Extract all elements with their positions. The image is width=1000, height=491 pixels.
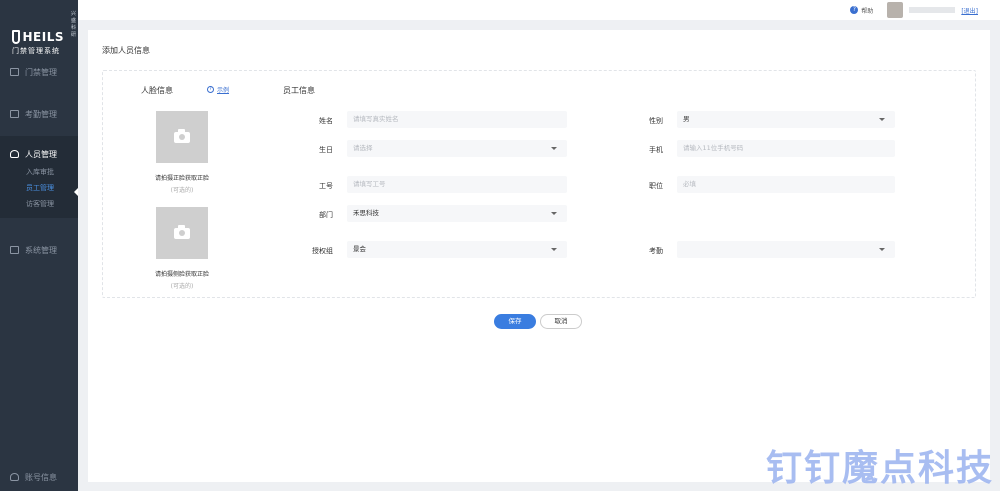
position-label: 职位	[649, 182, 663, 190]
sidebar: HEILS 兴盛科研 门禁管理系统 门禁管理 考勤管理 人员管理 入库审批 员工…	[0, 0, 78, 491]
sidebar-item-access-control[interactable]: 门禁管理	[0, 62, 78, 82]
account-icon	[10, 473, 19, 481]
auth-group-label: 授权组	[312, 247, 333, 255]
system-name: 门禁管理系统	[12, 47, 60, 55]
brand-tagline: 兴盛科研	[71, 11, 77, 38]
sidebar-item-label: 账号信息	[25, 472, 57, 482]
side-face-upload[interactable]	[156, 207, 208, 259]
gender-value: 男	[683, 115, 690, 123]
employee-id-input[interactable]: 请填写工号	[347, 176, 567, 193]
attendance-label: 考勤	[649, 247, 663, 255]
camera-icon	[174, 128, 190, 143]
sidebar-item-attendance[interactable]: 考勤管理	[0, 104, 78, 124]
sidebar-group-personnel: 人员管理 入库审批 员工管理 访客管理	[0, 136, 78, 218]
birthday-select[interactable]: 请选择	[347, 140, 567, 157]
department-value: 禾思科技	[353, 209, 379, 217]
door-icon	[10, 68, 19, 76]
sidebar-item-account[interactable]: 账号信息	[0, 467, 57, 487]
logo: HEILS 兴盛科研 门禁管理系统	[0, 0, 78, 55]
person-form: 人脸信息 ? 示例 员工信息 请拍摄正脸获取正脸 (可选的) 请拍摄侧脸获取正脸…	[102, 70, 976, 298]
camera-icon	[174, 224, 190, 239]
top-bar: ? 帮助 [退出]	[78, 0, 1000, 20]
employee-id-label: 工号	[319, 182, 333, 190]
chevron-down-icon	[879, 248, 885, 251]
face-section-title: 人脸信息	[141, 86, 173, 95]
sidebar-item-system[interactable]: 系统管理	[0, 240, 78, 260]
shield-logo-icon	[12, 30, 20, 44]
active-indicator-caret	[74, 188, 78, 196]
auth-group-select[interactable]: 景会	[347, 241, 567, 258]
attendance-select[interactable]	[677, 241, 895, 258]
example-label: 示例	[217, 87, 230, 94]
auth-group-value: 景会	[353, 245, 366, 253]
sidebar-item-label: 门禁管理	[25, 67, 57, 77]
birthday-label: 生日	[319, 146, 333, 154]
help-link[interactable]: 帮助	[861, 6, 873, 15]
calendar-icon	[10, 110, 19, 118]
phone-label: 手机	[649, 146, 663, 154]
page-title: 添加人员信息	[102, 46, 150, 55]
name-input[interactable]: 请填写真实姓名	[347, 111, 567, 128]
cancel-button[interactable]: 取消	[540, 314, 582, 329]
example-link[interactable]: ? 示例	[207, 85, 229, 94]
front-face-optional: (可选的)	[170, 187, 194, 194]
user-icon	[10, 150, 19, 158]
side-face-optional: (可选的)	[170, 283, 194, 290]
logout-link[interactable]: [退出]	[961, 6, 978, 15]
chevron-down-icon	[551, 147, 557, 150]
phone-input[interactable]: 请输入11位手机号码	[677, 140, 895, 157]
sidebar-item-personnel[interactable]: 人员管理	[0, 144, 78, 164]
sidebar-subitem-approval[interactable]: 入库审批	[0, 164, 78, 180]
question-icon: ?	[207, 86, 214, 93]
department-select[interactable]: 禾思科技	[347, 205, 567, 222]
username-blurred	[909, 7, 956, 13]
content-panel: 添加人员信息 人脸信息 ? 示例 员工信息 请拍摄正脸获取正脸 (可选的) 请拍…	[88, 30, 990, 482]
side-face-label: 请拍摄侧脸获取正脸	[154, 271, 209, 278]
birthday-placeholder: 请选择	[353, 144, 373, 152]
name-label: 姓名	[319, 117, 333, 125]
sidebar-item-label: 系统管理	[25, 245, 57, 255]
sidebar-item-label: 人员管理	[25, 149, 57, 159]
department-label: 部门	[319, 211, 333, 219]
save-button[interactable]: 保存	[494, 314, 536, 329]
chevron-down-icon	[551, 248, 557, 251]
brand-name: HEILS	[22, 30, 64, 44]
help-icon[interactable]: ?	[850, 6, 859, 14]
sidebar-item-label: 考勤管理	[25, 109, 57, 119]
employee-section-title: 员工信息	[283, 86, 315, 95]
gender-label: 性别	[649, 117, 663, 125]
avatar[interactable]	[887, 2, 904, 18]
position-input[interactable]: 必填	[677, 176, 895, 193]
sidebar-subitem-employees[interactable]: 员工管理	[0, 180, 78, 196]
front-face-upload[interactable]	[156, 111, 208, 163]
front-face-label: 请拍摄正脸获取正脸	[154, 175, 209, 182]
watermark: 钉钉魔点科技	[765, 448, 994, 489]
chevron-down-icon	[551, 212, 557, 215]
sidebar-subitem-visitors[interactable]: 访客管理	[0, 196, 78, 212]
chevron-down-icon	[879, 118, 885, 121]
gear-icon	[10, 246, 19, 254]
gender-select[interactable]: 男	[677, 111, 895, 128]
